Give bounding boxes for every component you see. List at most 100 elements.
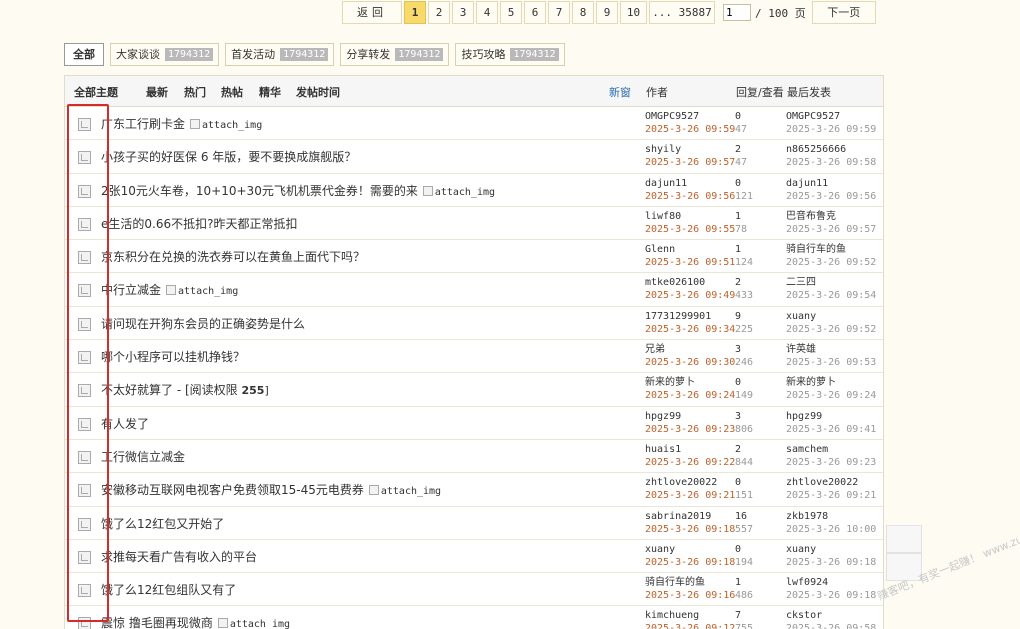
view-count: 149 xyxy=(735,390,754,402)
thread-title-link[interactable]: 安徽移动互联网电视客户免费领取15-45元电费券 xyxy=(101,483,364,497)
tab-0[interactable]: 全部 xyxy=(64,43,104,66)
last-post-cell: OMGPC9527 2025-3-26 09:59 xyxy=(786,111,876,136)
thread-title-link[interactable]: 请问现在开狗东会员的正确姿势是什么 xyxy=(101,317,305,331)
last-post-user[interactable]: hpgz99 xyxy=(786,411,876,423)
last-post-date[interactable]: 2025-3-26 09:52 xyxy=(786,257,876,269)
author-name[interactable]: xuany xyxy=(645,544,735,556)
tab-3[interactable]: 分享转发 1794312 xyxy=(340,43,450,66)
filter-latest[interactable]: 最新 xyxy=(146,84,168,100)
author-name[interactable]: mtke026100 xyxy=(645,277,735,289)
thread-title-link[interactable]: 小孩子买的好医保 6 年版，要不要换成旗舰版？ xyxy=(101,150,356,164)
page-link-2[interactable]: 2 xyxy=(428,1,450,24)
thread-title-link[interactable]: 求推每天看广告有收入的平台 xyxy=(101,550,257,564)
page-link-1[interactable]: 1 xyxy=(404,1,426,24)
author-name[interactable]: sabrina2019 xyxy=(645,511,735,523)
last-post-date[interactable]: 2025-3-26 09:41 xyxy=(786,424,876,436)
last-post-user[interactable]: OMGPC9527 xyxy=(786,111,876,123)
author-name[interactable]: hpgz99 xyxy=(645,411,735,423)
author-name[interactable]: OMGPC9527 xyxy=(645,111,735,123)
last-post-date[interactable]: 2025-3-26 09:52 xyxy=(786,324,876,336)
author-name[interactable]: 骑自行车的鱼 xyxy=(645,577,735,589)
page-link-3[interactable]: 3 xyxy=(452,1,474,24)
thread-title-link[interactable]: 中行立减金 xyxy=(101,283,161,297)
thread-title-link[interactable]: 震惊 撸毛圈再现微商 xyxy=(101,616,213,629)
last-post-user[interactable]: 新来的萝卜 xyxy=(786,377,876,389)
page-link-6[interactable]: 6 xyxy=(524,1,546,24)
author-name[interactable]: shyily xyxy=(645,144,735,156)
author-name[interactable]: kimchueng xyxy=(645,610,735,622)
page-link-5[interactable]: 5 xyxy=(500,1,522,24)
thread-title-link[interactable]: 不太好就算了 - [阅读权限 xyxy=(101,383,241,397)
thread-title-link[interactable]: e生活的0.66不抵扣?昨天都正常抵扣 xyxy=(101,217,297,231)
thread-title-link[interactable]: 2张10元火车卷，10+10+30元飞机机票代金券！需要的来 xyxy=(101,184,418,198)
last-post-date[interactable]: 2025-3-26 09:58 xyxy=(786,157,876,169)
filter-hotpost[interactable]: 热帖 xyxy=(221,84,243,100)
thread-title-link[interactable]: 京东积分在兑换的洗衣券可以在黄鱼上面代下吗？ xyxy=(101,250,365,264)
filter-hot[interactable]: 热门 xyxy=(184,84,206,100)
author-name[interactable]: 17731299901 xyxy=(645,311,735,323)
last-post-date[interactable]: 2025-3-26 09:54 xyxy=(786,290,876,302)
last-post-date[interactable]: 2025-3-26 09:57 xyxy=(786,224,876,236)
next-page-button[interactable]: 下一页 xyxy=(811,1,876,24)
thread-title-link[interactable]: 哪个小程序可以挂机挣钱？ xyxy=(101,350,245,364)
thread-title-link[interactable]: 有人发了 xyxy=(101,417,149,431)
last-post-date[interactable]: 2025-3-26 09:21 xyxy=(786,490,876,502)
thread-title: 求推每天看广告有收入的平台 xyxy=(101,548,257,565)
last-post-date[interactable]: 2025-3-26 09:58 xyxy=(786,623,876,629)
page-link-10[interactable]: 10 xyxy=(620,1,647,24)
tab-2[interactable]: 首发活动 1794312 xyxy=(225,43,335,66)
last-post-user[interactable]: dajun11 xyxy=(786,178,876,190)
author-cell: kimchueng 2025-3-26 09:12 xyxy=(645,610,735,629)
last-post-date[interactable]: 2025-3-26 09:53 xyxy=(786,357,876,369)
thread-title: 中行立减金 attach_img xyxy=(101,281,238,298)
tab-label: 技巧攻略 xyxy=(461,48,506,61)
author-name[interactable]: zhtlove20022 xyxy=(645,477,735,489)
last-post-user[interactable]: xuany xyxy=(786,311,876,323)
tab-4[interactable]: 技巧攻略 1794312 xyxy=(455,43,565,66)
author-name[interactable]: dajun11 xyxy=(645,178,735,190)
side-widget-top[interactable] xyxy=(886,525,922,553)
thread-title-link[interactable]: 饿了么12红包组队又有了 xyxy=(101,583,236,597)
new-window-toggle[interactable]: 新窗 xyxy=(609,84,631,100)
last-post-date[interactable]: 2025-3-26 09:23 xyxy=(786,457,876,469)
last-post-user[interactable]: samchem xyxy=(786,444,876,456)
thread-title-link[interactable]: 工行微信立减金 xyxy=(101,450,185,464)
last-post-date[interactable]: 2025-3-26 09:56 xyxy=(786,191,876,203)
thread-title-link[interactable]: 广东工行刷卡金 xyxy=(101,117,185,131)
last-post-user[interactable]: zkb1978 xyxy=(786,511,876,523)
last-post-user[interactable]: lwf0924 xyxy=(786,577,876,589)
last-post-date[interactable]: 2025-3-26 10:00 xyxy=(786,524,876,536)
tab-1[interactable]: 大家谈谈 1794312 xyxy=(110,43,220,66)
author-name[interactable]: huais1 xyxy=(645,444,735,456)
last-post-date[interactable]: 2025-3-26 09:18 xyxy=(786,557,876,569)
page-link-4[interactable]: 4 xyxy=(476,1,498,24)
filter-digest[interactable]: 精华 xyxy=(259,84,281,100)
last-post-user[interactable]: 二三四 xyxy=(786,277,876,289)
last-post-date[interactable]: 2025-3-26 09:59 xyxy=(786,124,876,136)
last-post-user[interactable]: xuany xyxy=(786,544,876,556)
page-number-input[interactable] xyxy=(723,4,751,21)
page-link-8[interactable]: 8 xyxy=(572,1,594,24)
author-cell: 新来的萝卜 2025-3-26 09:24 xyxy=(645,377,735,402)
thread-title-link[interactable]: 饿了么12红包又开始了 xyxy=(101,517,224,531)
filter-posttime[interactable]: 发帖时间 xyxy=(296,84,340,100)
reply-count: 1 xyxy=(735,210,742,222)
pager-last-page[interactable]: ... 35887 xyxy=(649,1,715,24)
last-post-user[interactable]: 骑自行车的鱼 xyxy=(786,244,876,256)
last-post-date[interactable]: 2025-3-26 09:24 xyxy=(786,390,876,402)
author-name[interactable]: liwf80 xyxy=(645,211,735,223)
last-post-date[interactable]: 2025-3-26 09:18 xyxy=(786,590,876,602)
pager-back-button[interactable]: 返回 xyxy=(342,1,402,24)
filter-all[interactable]: 全部主题 xyxy=(74,84,118,100)
last-post-user[interactable]: n865256666 xyxy=(786,144,876,156)
page-link-9[interactable]: 9 xyxy=(596,1,618,24)
reply-view-cell: 0 149 xyxy=(735,377,753,402)
author-name[interactable]: 新来的萝卜 xyxy=(645,377,735,389)
author-name[interactable]: 兄弟 xyxy=(645,344,735,356)
page-link-7[interactable]: 7 xyxy=(548,1,570,24)
last-post-user[interactable]: 许英雄 xyxy=(786,344,876,356)
last-post-user[interactable]: zhtlove20022 xyxy=(786,477,876,489)
last-post-user[interactable]: ckstor xyxy=(786,610,876,622)
last-post-user[interactable]: 巴音布鲁克 xyxy=(786,211,876,223)
author-name[interactable]: Glenn xyxy=(645,244,735,256)
